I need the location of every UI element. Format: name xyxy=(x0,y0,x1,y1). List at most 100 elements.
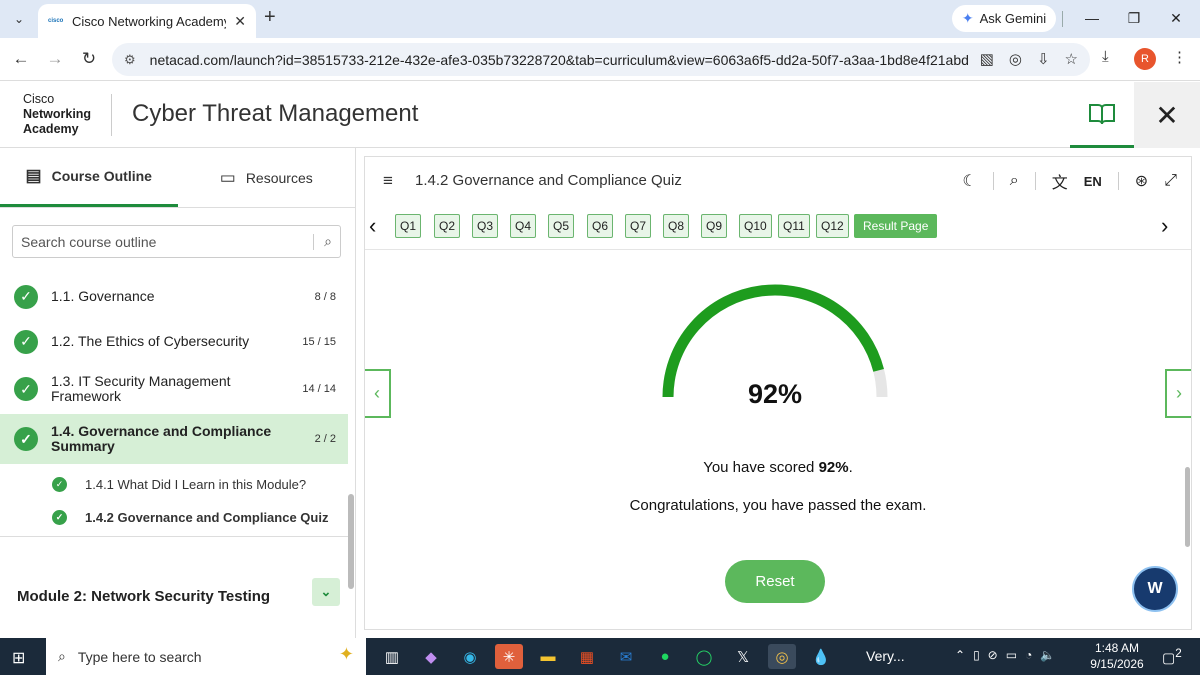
question-button-q1[interactable]: Q1 xyxy=(395,214,422,238)
tab-resources[interactable]: ▭ Resources xyxy=(178,148,356,207)
browser-tab[interactable]: cisco Cisco Networking Academy: Cy ✕ xyxy=(38,4,256,38)
dark-mode-moon-icon[interactable]: ☾ xyxy=(962,171,976,191)
divider xyxy=(992,172,994,190)
reset-button[interactable]: Reset xyxy=(725,560,825,603)
windows-start-icon[interactable]: ⊞ xyxy=(12,648,25,668)
lens-icon[interactable]: ◎ xyxy=(1009,50,1022,68)
taskbar-clock[interactable]: 1:48 AM 9/15/2026 xyxy=(1086,640,1148,672)
outline-subitem-1-4-2[interactable]: ✓ 1.4.2 Governance and Compliance Quiz xyxy=(0,501,348,534)
netacad-logo[interactable]: Cisco Networking Academy xyxy=(23,92,91,137)
copilot-icon[interactable]: ◆ xyxy=(417,644,445,669)
collapse-menu-icon[interactable]: ≡ xyxy=(383,171,393,191)
outline-subitem-1-4-1[interactable]: ✓ 1.4.1 What Did I Learn in this Module? xyxy=(0,468,348,501)
logo-line3: Academy xyxy=(23,122,79,136)
weather-drop-icon[interactable]: 💧 xyxy=(807,644,835,669)
result-page-button[interactable]: Result Page xyxy=(854,214,938,238)
ask-gemini-label: Ask Gemini xyxy=(979,11,1047,26)
search-icon[interactable]: ⌕ xyxy=(324,233,332,250)
app-burst-icon[interactable]: ✳ xyxy=(495,644,523,669)
question-button-q2[interactable]: Q2 xyxy=(434,214,461,238)
outline-subitem-label: 1.4.1 What Did I Learn in this Module? xyxy=(85,477,307,492)
address-bar[interactable]: ⚙ netacad.com/launch?id=38515733-212e-43… xyxy=(112,43,1090,76)
clipboard-blocked-icon[interactable]: ▧ xyxy=(980,50,994,68)
microsoft-store-icon[interactable]: ▦ xyxy=(573,644,601,669)
file-explorer-icon[interactable]: ▬ xyxy=(534,644,562,669)
question-navigation: ‹ Q1 Q2 Q3 Q4 Q5 Q6 Q7 Q8 Q9 Q10 Q11 Q12… xyxy=(365,213,1191,241)
previous-page-arrow-icon[interactable]: ‹ xyxy=(365,369,391,418)
question-button-q8[interactable]: Q8 xyxy=(663,214,690,238)
outline-item-1-4[interactable]: ✓ 1.4. Governance and Compliance Summary… xyxy=(0,414,348,464)
weather-label[interactable]: Very... xyxy=(866,648,905,664)
close-course-icon[interactable]: ✕ xyxy=(1134,82,1200,148)
new-tab-button[interactable]: + xyxy=(264,6,276,29)
chevron-down-icon[interactable]: ⌄ xyxy=(312,578,340,606)
speaker-icon[interactable]: 🔈 xyxy=(1040,648,1055,662)
question-button-q11[interactable]: Q11 xyxy=(778,214,810,238)
more-menu-icon[interactable]: ⋮ xyxy=(1172,48,1187,66)
whatsapp-icon[interactable]: ◯ xyxy=(690,644,718,669)
question-button-q9[interactable]: Q9 xyxy=(701,214,728,238)
divider xyxy=(365,249,1191,250)
chevron-right-icon[interactable]: › xyxy=(1161,213,1168,239)
question-button-q4[interactable]: Q4 xyxy=(510,214,537,238)
next-page-arrow-icon[interactable]: › xyxy=(1165,369,1191,418)
camera-off-icon[interactable]: ⊘ xyxy=(988,648,998,662)
close-tab-icon[interactable]: ✕ xyxy=(234,13,246,30)
module-2-header[interactable]: Module 2: Network Security Testing ⌄ xyxy=(0,568,348,624)
battery-icon[interactable]: ▭ xyxy=(1006,648,1017,662)
back-arrow-icon[interactable]: ← xyxy=(8,46,34,72)
question-button-q12[interactable]: Q12 xyxy=(816,214,849,238)
chevron-left-icon[interactable]: ‹ xyxy=(369,213,376,239)
outline-item-1-2[interactable]: ✓ 1.2. The Ethics of Cybersecurity 15 / … xyxy=(0,319,348,364)
fullscreen-icon[interactable]: ⤢ xyxy=(1164,172,1177,190)
question-button-q7[interactable]: Q7 xyxy=(625,214,652,238)
tab-course-outline[interactable]: ▤ Course Outline xyxy=(0,148,178,207)
device-icon[interactable]: ▯ xyxy=(973,648,980,662)
sparkle-icon: ✦ xyxy=(338,644,354,664)
translate-icon[interactable]: 文 xyxy=(1052,169,1068,193)
site-info-icon[interactable]: ⚙ xyxy=(124,52,136,68)
notifications-icon[interactable]: ▢2 xyxy=(1162,647,1182,667)
open-book-icon[interactable] xyxy=(1070,82,1134,148)
chrome-icon[interactable]: ◎ xyxy=(768,644,796,669)
outlook-icon[interactable]: ✉ xyxy=(612,644,640,669)
language-label[interactable]: EN xyxy=(1084,174,1102,189)
task-view-icon[interactable]: ▥ xyxy=(378,644,406,669)
outline-search-input[interactable]: Search course outline ⌕ xyxy=(12,225,341,258)
windows-taskbar: ⊞ ⌕ Type here to search ✦ ▥ ◆ ◉ ✳ ▬ ▦ ✉ … xyxy=(0,638,1200,675)
spotify-icon[interactable]: ● xyxy=(651,644,679,669)
accessibility-icon[interactable]: ⊛ xyxy=(1135,171,1148,191)
profile-avatar[interactable]: R xyxy=(1134,48,1156,70)
chevron-up-icon[interactable]: ⌃ xyxy=(955,648,965,662)
outline-item-1-1[interactable]: ✓ 1.1. Governance 8 / 8 xyxy=(0,274,348,319)
wifi-icon[interactable]: ◔ xyxy=(1025,648,1032,662)
quiz-title: 1.4.2 Governance and Compliance Quiz xyxy=(415,172,682,189)
search-icon[interactable]: ⌕ xyxy=(1010,172,1019,190)
course-title: Cyber Threat Management xyxy=(132,100,419,127)
question-button-q5[interactable]: Q5 xyxy=(548,214,575,238)
edge-icon[interactable]: ◉ xyxy=(456,644,484,669)
tab-search-dropdown-icon[interactable]: ⌄ xyxy=(6,6,32,32)
gemini-sparkle-icon: ✦ xyxy=(961,10,974,26)
sidebar-scrollbar[interactable] xyxy=(348,344,354,614)
question-button-q3[interactable]: Q3 xyxy=(472,214,499,238)
close-window-icon[interactable]: ✕ xyxy=(1156,4,1196,32)
content-scrollbar-thumb[interactable] xyxy=(1185,467,1190,547)
install-app-icon[interactable]: ⇩ xyxy=(1037,50,1050,68)
x-app-icon[interactable]: 𝕏 xyxy=(729,644,757,669)
taskbar-search-input[interactable]: ⌕ Type here to search ✦ xyxy=(46,638,366,675)
question-button-q10[interactable]: Q10 xyxy=(739,214,772,238)
sidebar-scrollbar-thumb[interactable] xyxy=(348,494,354,589)
bookmark-star-icon[interactable]: ☆ xyxy=(1065,50,1078,68)
browser-tab-strip: ⌄ cisco Cisco Networking Academy: Cy ✕ +… xyxy=(0,0,1200,38)
forward-arrow-icon[interactable]: → xyxy=(42,46,68,72)
outline-item-1-3[interactable]: ✓ 1.3. IT Security Management Framework … xyxy=(0,364,348,414)
reload-icon[interactable]: ↻ xyxy=(76,46,102,72)
assistant-widget-icon[interactable]: W xyxy=(1132,566,1178,612)
ask-gemini-button[interactable]: ✦ Ask Gemini xyxy=(952,5,1056,32)
notification-count: 2 xyxy=(1175,647,1182,660)
minimize-window-icon[interactable]: — xyxy=(1072,4,1112,32)
downloads-icon[interactable]: ⤓ xyxy=(1102,48,1109,65)
question-button-q6[interactable]: Q6 xyxy=(587,214,614,238)
restore-window-icon[interactable]: ❐ xyxy=(1114,4,1154,32)
